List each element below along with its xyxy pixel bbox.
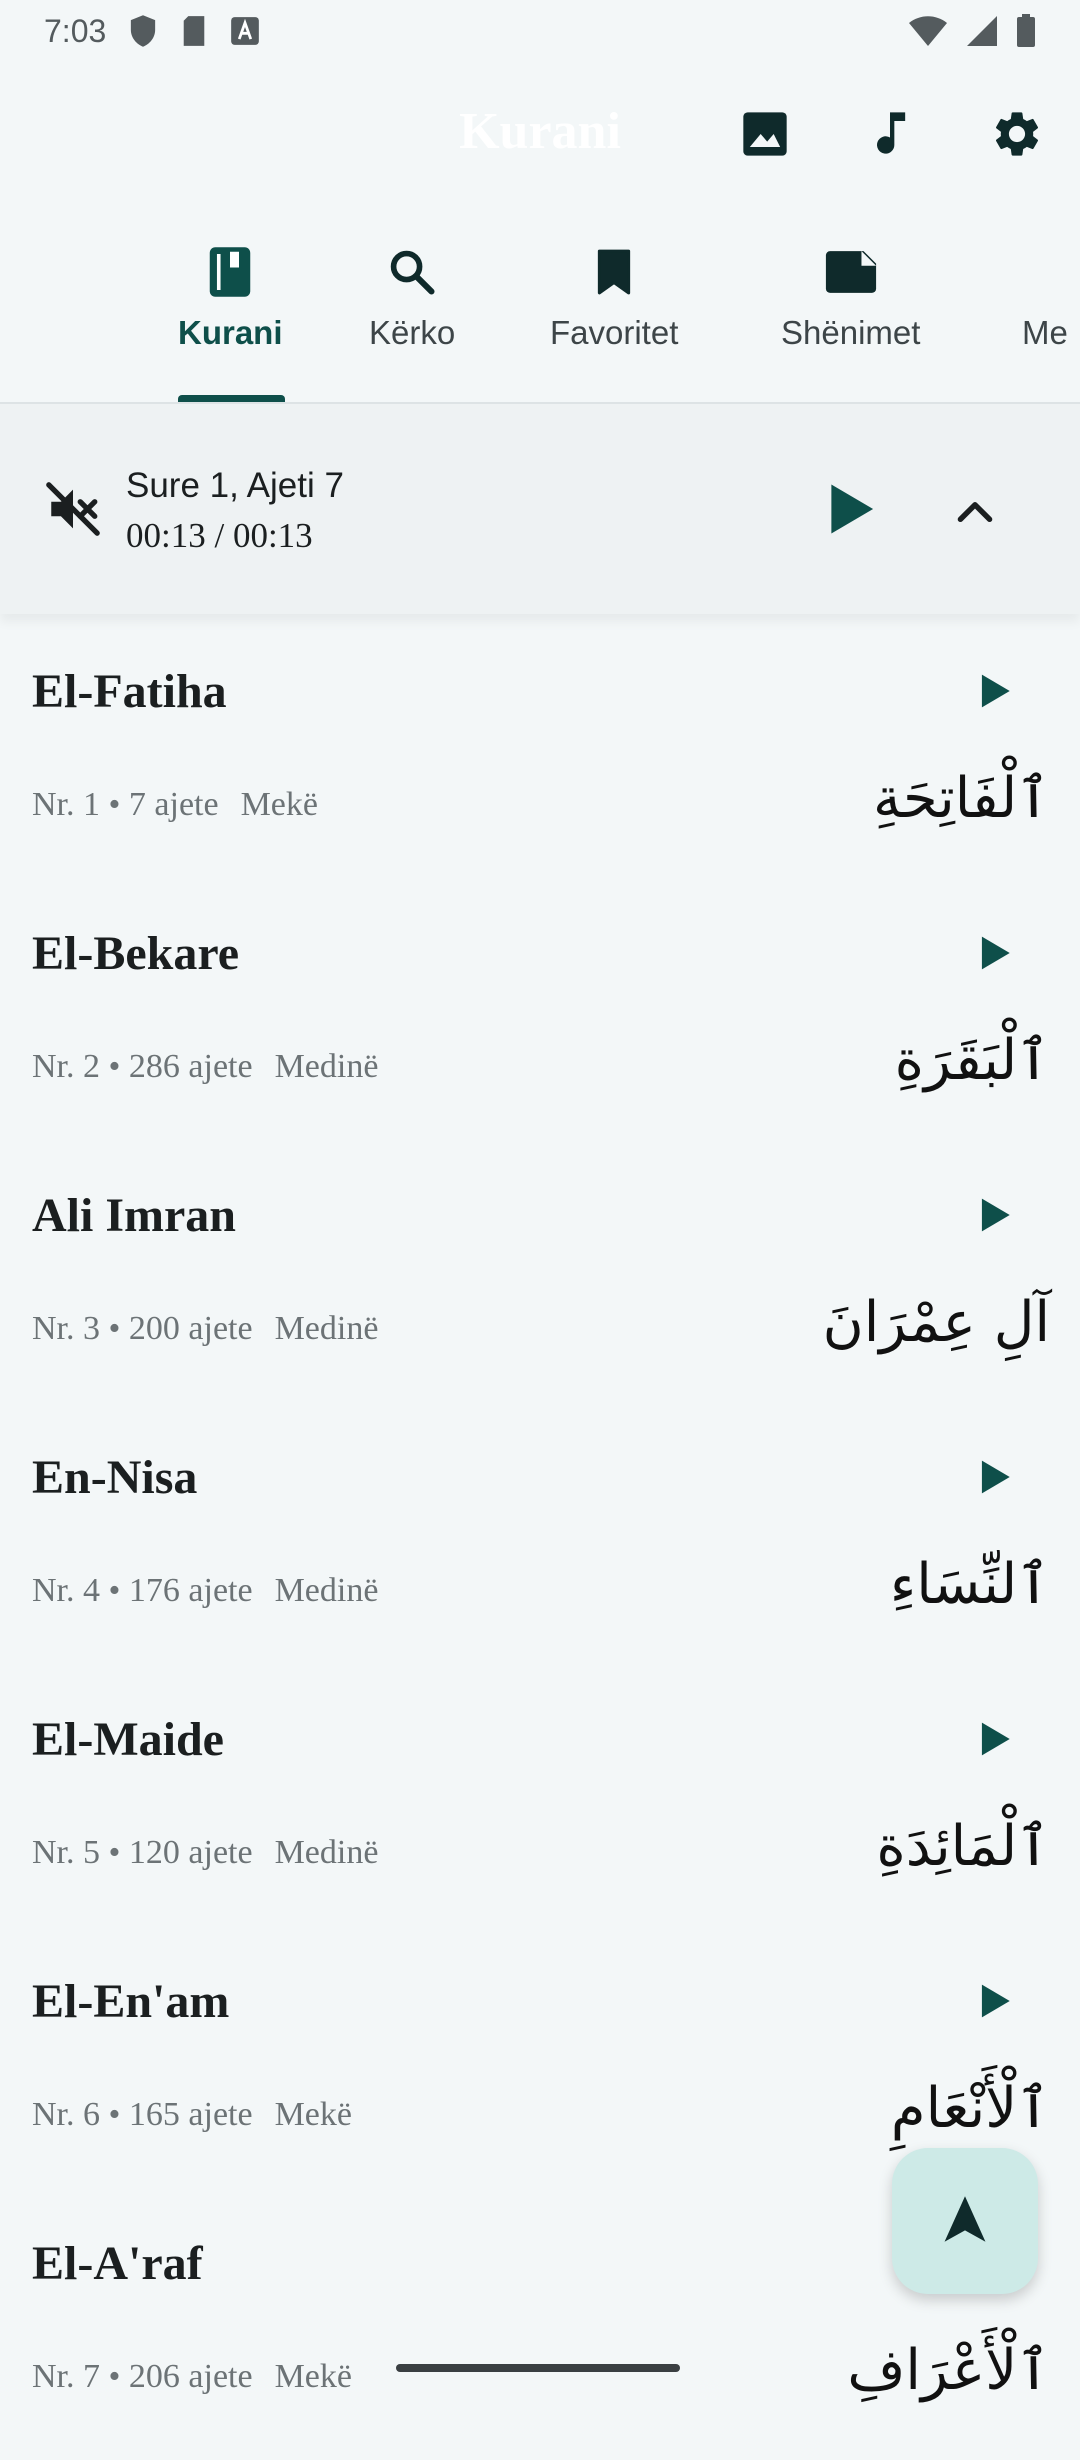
surah-info: Nr. 3 • 200 ajete [32, 1310, 253, 1347]
tab-kurani[interactable]: Kurani [178, 242, 283, 352]
settings-gear-icon [990, 107, 1044, 166]
play-icon[interactable] [978, 1721, 1012, 1762]
volume-off-icon[interactable] [44, 480, 102, 543]
surah-arabic-name: ٱلْمَائِدَةِ [876, 1814, 1050, 1879]
tab-label: Kërko [369, 314, 456, 351]
surah-arabic-name: ٱلنِّسَاءِ [889, 1552, 1050, 1617]
tab-more[interactable]: Me [1022, 242, 1068, 352]
surah-meta: Nr. 2 • 286 ajete Medinë [32, 1048, 378, 1086]
tab-kerko[interactable]: Kërko [369, 242, 455, 352]
chevron-up-icon[interactable] [950, 486, 1000, 541]
surah-revelation: Mekë [274, 2096, 352, 2133]
play-icon[interactable] [978, 1983, 1012, 2024]
surah-meta: Nr. 3 • 200 ajete Medinë [32, 1310, 378, 1348]
tab-label: Me [1022, 314, 1068, 351]
surah-name: El-Maide [32, 1713, 224, 1766]
tab-label: Shënimet [781, 314, 921, 351]
text-badge-icon [230, 16, 260, 46]
surah-name: El-Fatiha [32, 665, 227, 718]
shield-icon [128, 14, 158, 48]
surah-revelation: Medinë [274, 1310, 379, 1347]
surah-name: Ali Imran [32, 1189, 236, 1242]
surah-arabic-name: آلِ عِمْرَانَ [822, 1290, 1050, 1355]
list-item[interactable]: El-Maide Nr. 5 • 120 ajete Medinë ٱلْمَائ… [0, 1674, 1080, 1936]
tab-bar: Kurani Kërko Favoritet Shënimet Me [0, 212, 1080, 404]
audio-player: Sure 1, Ajeti 7 00:13 / 00:13 [0, 404, 1080, 614]
navigation-arrow-icon [942, 2194, 988, 2249]
surah-arabic-name: ٱلْأَنْعَامِ [890, 2076, 1050, 2141]
list-item[interactable]: En-Nisa Nr. 4 • 176 ajete Medinë ٱلنِّسَا… [0, 1412, 1080, 1674]
surah-arabic-name: ٱلْبَقَرَةِ [894, 1028, 1050, 1093]
note-icon [781, 242, 920, 302]
surah-revelation: Medinë [274, 1834, 379, 1871]
tab-shenimet[interactable]: Shënimet [781, 242, 920, 352]
image-icon [739, 108, 791, 165]
surah-meta: Nr. 4 • 176 ajete Medinë [32, 1572, 378, 1610]
surah-meta: Nr. 1 • 7 ajete Mekë [32, 786, 318, 824]
surah-info: Nr. 4 • 176 ajete [32, 1572, 253, 1609]
more-icon [1022, 242, 1068, 302]
surah-arabic-name: ٱلْفَاتِحَةِ [872, 766, 1050, 831]
navigation-fab[interactable] [892, 2148, 1038, 2294]
list-item[interactable]: Ali Imran Nr. 3 • 200 ajete Medinë آلِ عِ… [0, 1150, 1080, 1412]
player-time: 00:13 / 00:13 [126, 516, 313, 555]
surah-meta: Nr. 6 • 165 ajete Mekë [32, 2096, 352, 2134]
surah-revelation: Mekë [240, 786, 318, 823]
bookmark-icon [550, 242, 678, 302]
surah-name: El-En'am [32, 1975, 230, 2028]
battery-icon [1016, 14, 1036, 48]
surah-info: Nr. 2 • 286 ajete [32, 1048, 253, 1085]
surah-revelation: Mekë [274, 2358, 352, 2395]
list-item[interactable]: El-Fatiha Nr. 1 • 7 ajete Mekë ٱلْفَاتِحَ… [0, 626, 1080, 888]
surah-revelation: Medinë [274, 1572, 379, 1609]
surah-name: El-A'raf [32, 2237, 203, 2290]
player-play-button[interactable] [826, 482, 876, 541]
surah-arabic-name: ٱلْأَعْرَافِ [847, 2338, 1050, 2403]
tab-label: Favoritet [550, 314, 679, 351]
status-bar: 7:03 [0, 0, 1080, 62]
signal-icon [966, 15, 998, 47]
wifi-icon [908, 15, 948, 47]
play-icon[interactable] [978, 1197, 1012, 1238]
home-indicator[interactable] [396, 2364, 680, 2372]
surah-info: Nr. 5 • 120 ajete [32, 1834, 253, 1871]
play-icon[interactable] [978, 673, 1012, 714]
surah-info: Nr. 6 • 165 ajete [32, 2096, 253, 2133]
book-icon [178, 242, 283, 302]
surah-meta: Nr. 7 • 206 ajete Mekë [32, 2358, 352, 2396]
surah-name: En-Nisa [32, 1451, 198, 1504]
app-bar: Kurani [0, 62, 1080, 212]
sd-card-icon [180, 15, 208, 47]
surah-info: Nr. 7 • 206 ajete [32, 2358, 253, 2395]
image-button[interactable] [733, 104, 797, 168]
tab-label: Kurani [178, 314, 283, 351]
settings-button[interactable] [985, 104, 1049, 168]
play-icon[interactable] [978, 935, 1012, 976]
status-time: 7:03 [44, 12, 107, 49]
player-title: Sure 1, Ajeti 7 [126, 466, 344, 505]
search-icon [369, 242, 455, 302]
music-note-icon [864, 108, 916, 165]
surah-info: Nr. 1 • 7 ajete [32, 786, 219, 823]
list-item[interactable]: El-Bekare Nr. 2 • 286 ajete Medinë ٱلْبَق… [0, 888, 1080, 1150]
tab-favoritet[interactable]: Favoritet [550, 242, 678, 352]
play-icon[interactable] [978, 1459, 1012, 1500]
surah-revelation: Medinë [274, 1048, 379, 1085]
surah-meta: Nr. 5 • 120 ajete Medinë [32, 1834, 378, 1872]
tab-indicator [178, 395, 285, 402]
surah-name: El-Bekare [32, 927, 240, 980]
music-button[interactable] [858, 104, 922, 168]
